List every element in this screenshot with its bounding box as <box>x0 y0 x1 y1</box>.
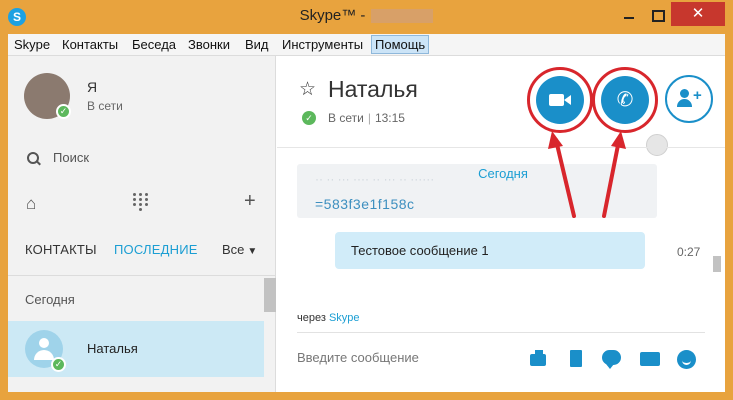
divider <box>297 332 705 333</box>
online-check-icon: ✓ <box>51 357 66 372</box>
profile-status[interactable]: В сети <box>87 99 123 113</box>
contact-name: Наталья <box>87 341 138 356</box>
message-text: =583f3e1f158c <box>315 196 415 212</box>
window-title-text: Skype™ - <box>299 7 366 24</box>
phone-icon: ✆ <box>616 89 634 111</box>
favorite-star-icon[interactable]: ☆ <box>299 78 316 101</box>
search-icon[interactable] <box>27 152 41 166</box>
menu-conversation[interactable]: Беседа <box>132 37 176 52</box>
message-text: Тестовое сообщение 1 <box>351 243 489 258</box>
video-message-icon[interactable] <box>602 349 622 369</box>
status-separator: | <box>367 111 371 125</box>
menu-help[interactable]: Помощь <box>371 35 430 54</box>
date-separator: Сегодня <box>478 166 528 181</box>
send-photo-icon[interactable] <box>529 349 549 369</box>
profile-name[interactable]: Я <box>87 79 97 95</box>
via-skype-link[interactable]: Skype <box>329 312 360 324</box>
message-bubble[interactable]: Тестовое сообщение 1 <box>335 232 645 269</box>
video-call-button[interactable] <box>536 76 584 124</box>
filter-label: Все <box>222 242 245 257</box>
menu-tools[interactable]: Инструменты <box>282 37 363 52</box>
sidebar-scrollbar[interactable] <box>264 278 276 312</box>
add-people-button[interactable]: + <box>665 75 713 123</box>
video-call-highlight <box>527 67 593 133</box>
local-time: 13:15 <box>374 111 405 125</box>
menu-calls[interactable]: Звонки <box>188 37 230 52</box>
chevron-down-icon: ▼ <box>247 246 258 257</box>
title-bar[interactable]: S Skype™ - ✕ <box>0 0 733 34</box>
filter-dropdown[interactable]: Все ▼ <box>222 242 257 257</box>
client-area: ✓ Я В сети Поиск ⌂ + КОНТАКТЫ ПОСЛЕДНИЕ … <box>8 56 725 392</box>
globe-icon[interactable] <box>646 134 668 156</box>
recent-section-header: Сегодня <box>25 292 75 307</box>
send-file-icon[interactable] <box>566 349 586 369</box>
audio-call-highlight: ✆ <box>592 67 658 133</box>
search-input[interactable]: Поиск <box>53 150 89 165</box>
emoticon-icon[interactable] <box>677 349 697 369</box>
chat-scrollbar[interactable] <box>713 256 721 272</box>
tab-contacts[interactable]: КОНТАКТЫ <box>25 242 97 257</box>
minimize-button[interactable] <box>616 6 642 24</box>
audio-call-button[interactable]: ✆ <box>601 76 649 124</box>
dialpad-icon[interactable] <box>133 193 149 211</box>
menu-view[interactable]: Вид <box>245 37 269 52</box>
sidebar: ✓ Я В сети Поиск ⌂ + КОНТАКТЫ ПОСЛЕДНИЕ … <box>8 56 276 392</box>
add-plus-icon[interactable]: + <box>244 190 256 213</box>
video-camera-icon <box>549 94 564 106</box>
conversation-pane: ☆ Наталья ✓ В сети | 13:15 ✆ + ·· ·· ···… <box>277 56 725 392</box>
add-person-icon: + <box>693 87 702 104</box>
menu-bar: Skype Контакты Беседа Звонки Вид Инструм… <box>8 34 725 56</box>
home-icon[interactable]: ⌂ <box>26 194 36 214</box>
send-contact-icon[interactable] <box>640 349 660 369</box>
conversation-title: Наталья <box>328 76 418 102</box>
conversation-status: В сети | 13:15 <box>328 111 405 125</box>
tab-recent[interactable]: ПОСЛЕДНИЕ <box>114 242 198 257</box>
blurred-username <box>371 9 434 24</box>
online-check-icon: ✓ <box>302 111 316 125</box>
maximize-button[interactable] <box>644 6 670 24</box>
recent-item-natalia[interactable]: ✓ Наталья <box>8 321 264 377</box>
divider <box>277 147 725 148</box>
skype-window: S Skype™ - ✕ Skype Контакты Беседа Звонк… <box>0 0 733 400</box>
message-input[interactable] <box>297 347 517 367</box>
menu-contacts[interactable]: Контакты <box>62 37 118 52</box>
close-button[interactable]: ✕ <box>671 2 725 26</box>
message-time: 0:27 <box>677 245 701 259</box>
menu-skype[interactable]: Skype <box>14 37 50 52</box>
status-text: В сети <box>328 111 364 125</box>
divider <box>8 275 276 276</box>
online-check-icon: ✓ <box>56 104 71 119</box>
via-indicator: через Skype <box>297 312 360 324</box>
via-prefix: через <box>297 312 326 324</box>
